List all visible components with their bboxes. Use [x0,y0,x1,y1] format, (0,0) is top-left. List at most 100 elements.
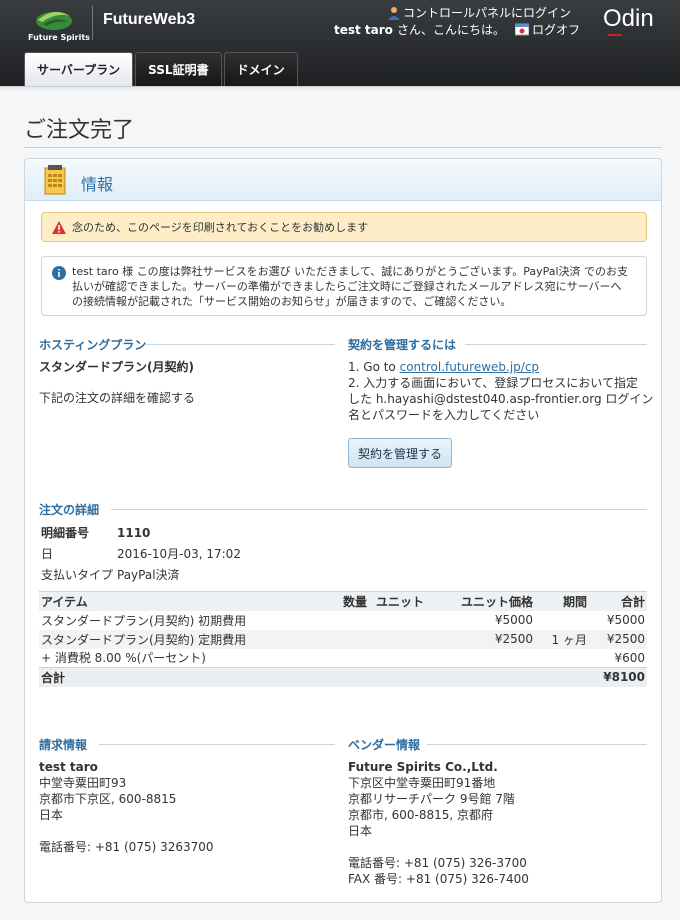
table-header-row: アイテム 数量 ユニット ユニット価格 期間 合計 [39,591,647,611]
main-tabs: サーバープラン SSL証明書 ドメイン [24,52,298,86]
title-divider [24,147,662,148]
greeting-text: さん、こんにちは。 [396,23,505,37]
vendor-fax: FAX 番号: +81 (075) 326-7400 [348,872,529,886]
row-total: ¥2500 [589,629,647,649]
logoff-label: ログオフ [531,23,580,37]
column-unit-price: ユニット価格 [431,591,535,611]
confirm-details-text: 下記の注文の詳細を確認する [39,391,196,405]
row-unit-price: ¥5000 [494,613,533,627]
vendor-address-2: 京都リサーチパーク 9号館 7階 [348,792,515,806]
billing-phone: 電話番号: +81 (075) 3263700 [39,840,214,854]
logo-text: Future Spirits [28,33,90,42]
payment-type: PayPal決済 [117,568,180,582]
manage-step-1-prefix: 1. Go to [348,360,400,374]
subheader-bar [0,86,680,92]
manage-step-1: 1. Go to control.futureweb.jp/cp [348,359,539,375]
order-items-table: アイテム 数量 ユニット ユニット価格 期間 合計 スタンダードプラン(月契約)… [39,591,647,687]
info-line-3: の接続情報が記載された「サービス開始のお知らせ」が届きますので、ご確認ください。 [72,295,512,308]
column-unit: ユニット [369,591,431,611]
tab-domain[interactable]: ドメイン [223,52,298,86]
row-unit [369,611,431,630]
billing-country: 日本 [39,808,64,822]
vendor-country: 日本 [348,824,373,838]
top-header: Future Spirits FutureWeb3 コントロールパネルにログイン… [0,0,680,86]
table-row: スタンダードプラン(月契約) 初期費用 ¥5000 ¥5000 [39,611,647,630]
logoff-icon [514,23,529,36]
vendor-address-3: 京都市, 600-8815, 京都府 [348,808,494,822]
total-label: 合計 [39,667,589,687]
user-name: test taro [334,22,393,37]
warning-text: 念のため、このページを印刷されておくことをお勧めします [72,221,369,234]
document-icon [44,165,66,195]
manage-contract-heading: 契約を管理するには [348,338,457,352]
control-panel-login-link[interactable]: コントロールパネルにログイン [387,4,571,21]
order-number-label: 明細番号 [41,526,90,540]
table-row: スタンダードプラン(月契約) 定期費用 ¥2500 1 ヶ月 ¥2500 [39,629,647,649]
info-line-1: test taro 様 この度は弊社サービスをお選び いただきまして、誠にありが… [72,265,629,278]
info-message: test taro 様 この度は弊社サービスをお選び いただきまして、誠にありが… [41,256,647,316]
billing-rule [99,744,335,745]
order-details-rule [111,509,647,510]
control-panel-url-link[interactable]: control.futureweb.jp/cp [400,360,539,374]
tab-ssl-certificate[interactable]: SSL証明書 [135,52,222,86]
order-details-heading: 注文の詳細 [39,503,100,517]
hosting-plan-heading: ホスティングプラン [39,338,147,352]
row-unit [369,649,431,668]
user-icon [388,6,400,20]
billing-heading: 請求情報 [39,738,88,752]
warning-icon [52,220,66,234]
vendor-name: Future Spirits Co.,Ltd. [348,760,498,774]
future-spirits-logo-icon[interactable] [34,6,74,32]
total-amount: ¥8100 [589,667,647,687]
vendor-phone: 電話番号: +81 (075) 326-3700 [348,856,527,870]
plan-name: スタンダードプラン(月契約) [39,360,194,374]
billing-address-2: 京都市下京区, 600-8815 [39,792,177,806]
panel-title: 情報 [81,175,114,194]
row-item: スタンダードプラン(月契約) 初期費用 [41,613,247,628]
info-line-2: 払いが確認できました。サーバーの準備ができましたらご注文時にご登録されたメールア… [72,280,622,293]
greeting: test taro さん、こんにちは。 ログオフ [334,21,580,38]
column-total: 合計 [589,591,647,611]
payment-type-label: 支払いタイプ [41,568,114,582]
column-item: アイテム [39,591,335,611]
row-total: ¥600 [614,650,645,665]
print-warning: 念のため、このページを印刷されておくことをお勧めします [41,212,647,242]
product-name: FutureWeb3 [103,11,196,28]
row-period [535,649,589,668]
manage-contract-rule [465,344,647,345]
billing-address-1: 中堂寺粟田町93 [39,776,127,790]
row-item: スタンダードプラン(月契約) 定期費用 [39,629,335,649]
row-total: ¥5000 [606,613,645,627]
row-unit-price: ¥2500 [431,629,535,649]
row-quantity [335,629,369,649]
table-total-row: 合計 ¥8100 [39,667,647,687]
row-unit [369,629,431,649]
info-icon [52,266,66,280]
billing-name: test taro [39,760,98,774]
order-date-label: 日 [41,547,54,561]
page-title: ご注文完了 [24,118,135,143]
manage-step-2-line-3: 名とパスワードを入力してください [348,408,540,422]
order-complete-panel: 情報 念のため、このページを印刷されておくことをお勧めします test taro… [24,158,662,903]
odin-logo-accent [608,34,622,36]
column-period: 期間 [535,591,589,611]
row-period [535,611,589,630]
logoff-link[interactable]: ログオフ [514,21,580,38]
vendor-heading: ベンダー情報 [348,738,421,752]
table-row: + 消費税 8.00 %(パーセント) ¥600 [39,649,647,668]
column-quantity: 数量 [335,591,369,611]
manage-step-2-line-1: 2. 入力する画面において、登録プロセスにおいて指定 [348,376,638,390]
vendor-rule [427,744,647,745]
row-item: + 消費税 8.00 %(パーセント) [41,651,206,666]
tab-server-plan[interactable]: サーバープラン [24,52,134,86]
row-period: 1 ヶ月 [535,629,589,649]
hosting-plan-rule [145,344,335,345]
row-quantity [335,649,369,668]
row-quantity [335,611,369,630]
manage-contract-button[interactable]: 契約を管理する [348,438,452,468]
order-date: 2016-10月-03, 17:02 [117,547,241,561]
manage-step-2-line-2: した h.hayashi@dstest040.asp-frontier.org … [348,392,654,406]
control-panel-login-label: コントロールパネルにログイン [403,6,572,20]
row-unit-price [431,649,535,668]
odin-logo: Odin [603,5,654,32]
